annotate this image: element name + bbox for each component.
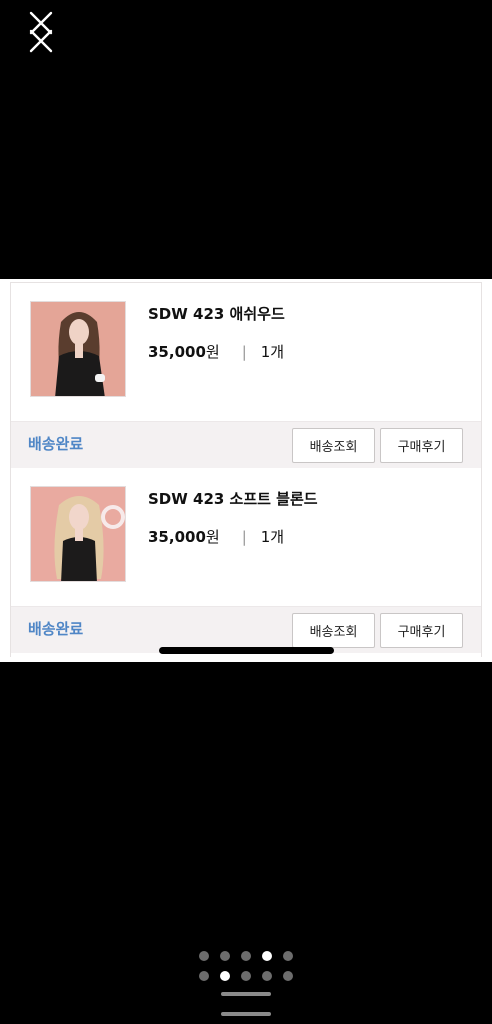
- pager-dot[interactable]: [262, 971, 272, 981]
- bottom-handle: [221, 992, 271, 996]
- price-quantity: 35,000원 | 1개: [148, 526, 284, 547]
- product-name[interactable]: SDW 423 소프트 블론드: [148, 488, 318, 509]
- delivery-status: 배송완료: [28, 620, 84, 638]
- pager-dot[interactable]: [283, 971, 293, 981]
- currency: 원: [205, 343, 220, 361]
- delivery-status: 배송완료: [28, 435, 84, 453]
- order-actions: 배송완료 배송조회 구매후기: [11, 606, 481, 653]
- order-screenshot: SDW 423 애쉬우드 35,000원|1개 배송완료 배송조회 구매후기: [0, 279, 492, 662]
- pager-dot[interactable]: [199, 951, 209, 961]
- product-name[interactable]: SDW 423 애쉬우드: [148, 303, 285, 324]
- home-indicator: [159, 647, 334, 654]
- price: 35,000: [148, 528, 206, 546]
- currency: 원: [205, 528, 220, 546]
- pager-dots-row-1: [0, 951, 492, 961]
- product-thumbnail[interactable]: [30, 486, 126, 582]
- order-actions: 배송완료 배송조회 구매후기: [11, 421, 481, 468]
- price-quantity: 35,000원 | 1개: [148, 341, 284, 362]
- track-delivery-button[interactable]: 배송조회: [292, 613, 375, 648]
- price: 35,000: [148, 343, 206, 361]
- order-item-info: SDW 423 소프트 블론드 35,000원 | 1개: [11, 468, 481, 605]
- pager-dot[interactable]: [199, 971, 209, 981]
- pager-dot-active[interactable]: [262, 951, 272, 961]
- order-item-info: SDW 423 애쉬우드 35,000원 | 1개: [11, 283, 481, 420]
- pager-dot-active[interactable]: [220, 971, 230, 981]
- separator: |: [241, 528, 247, 546]
- separator: |: [241, 343, 247, 361]
- pager-dot[interactable]: [241, 971, 251, 981]
- close-icon: [29, 29, 53, 53]
- quantity: 1개: [260, 528, 285, 546]
- write-review-button[interactable]: 구매후기: [380, 613, 463, 648]
- track-delivery-button[interactable]: 배송조회: [292, 428, 375, 463]
- pager-dot[interactable]: [283, 951, 293, 961]
- product-thumbnail[interactable]: [30, 301, 126, 397]
- order-list: SDW 423 애쉬우드 35,000원|1개 배송완료 배송조회 구매후기: [10, 282, 482, 657]
- pager-dots-row-2: [0, 971, 492, 981]
- bottom-handle: [221, 1012, 271, 1016]
- quantity: 1개: [260, 343, 285, 361]
- pager-dot[interactable]: [241, 951, 251, 961]
- write-review-button[interactable]: 구매후기: [380, 428, 463, 463]
- close-button[interactable]: [28, 10, 56, 54]
- pager-dot[interactable]: [220, 951, 230, 961]
